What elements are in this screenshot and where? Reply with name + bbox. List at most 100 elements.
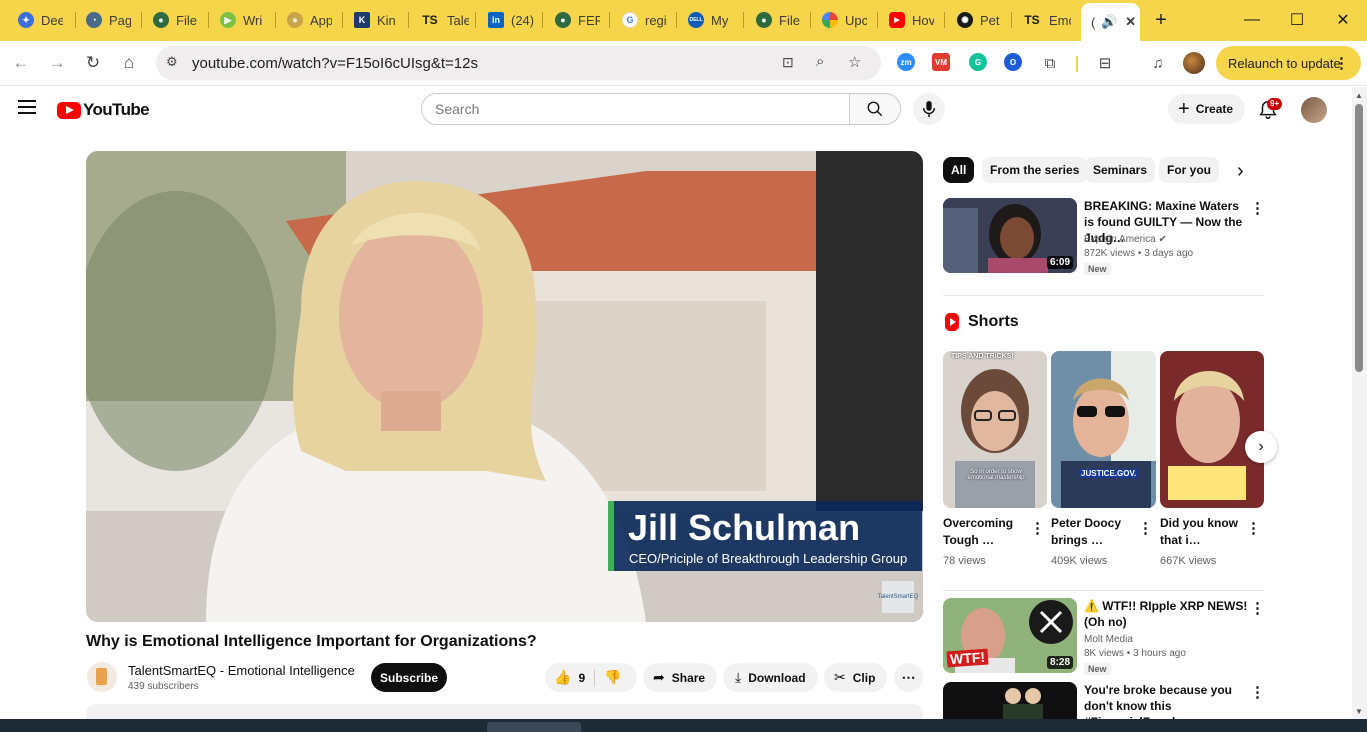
speaker-icon[interactable]: 🔊	[1101, 14, 1117, 30]
browser-tab[interactable]: ✺ Pet	[957, 6, 1002, 34]
reload-icon[interactable]: ↻	[81, 51, 105, 75]
address-bar[interactable]: ⚙ youtube.com/watch?v=F15oI6cUIsg&t=12s …	[156, 46, 881, 80]
short-thumbnail[interactable]: TIPS AND TRICKS! So in order to show emo…	[943, 351, 1047, 508]
channel-name[interactable]: Explain America ✔	[1084, 234, 1167, 245]
browser-tab-active[interactable]: ( 🔊 ✕	[1081, 3, 1140, 41]
relaunch-button[interactable]: Relaunch to update ⋮	[1216, 46, 1361, 80]
grammarly-ext-icon[interactable]: G	[969, 53, 987, 71]
site-info-icon[interactable]: ⚙	[166, 54, 178, 70]
close-window-button[interactable]: ✕	[1331, 8, 1355, 32]
browser-tab[interactable]: ● FER	[555, 6, 600, 34]
seal-icon: ●	[756, 12, 772, 28]
media-control-icon[interactable]: ♫	[1146, 51, 1170, 75]
browser-tab[interactable]: Upc	[822, 6, 867, 34]
browser-tab[interactable]: ● File	[153, 6, 198, 34]
taskbar-item[interactable]	[487, 722, 581, 732]
short-thumbnail[interactable]	[1160, 351, 1264, 508]
short-title[interactable]: Overcoming Tough …	[943, 515, 1029, 549]
browser-tab[interactable]: ◔ Pag	[86, 6, 131, 34]
video-title-link[interactable]: ⚠️ WTF!! RIpple XRP NEWS! (Oh no)	[1084, 598, 1248, 630]
tab-separator	[275, 12, 276, 28]
menu-kebab-icon[interactable]: ⋮	[1334, 54, 1349, 72]
youtube-logo-text: YouTube	[83, 100, 150, 119]
like-count[interactable]: 9	[578, 671, 585, 685]
youtube-logo[interactable]: YouTube	[57, 100, 150, 120]
voice-search-button[interactable]	[913, 93, 945, 125]
scroll-down-icon[interactable]: ▼	[1355, 707, 1363, 716]
side-panel-icon[interactable]: ⊟	[1093, 51, 1117, 75]
browser-tab[interactable]: TS Emc	[1022, 6, 1071, 34]
install-app-icon[interactable]: ⊡	[782, 54, 794, 71]
channel-avatar[interactable]	[87, 662, 117, 692]
minimize-button[interactable]: —	[1240, 8, 1264, 32]
zoom-icon[interactable]: ⌕	[816, 53, 824, 70]
close-tab-icon[interactable]: ✕	[1125, 14, 1136, 30]
scrollbar-thumb[interactable]	[1355, 104, 1363, 372]
maximize-button[interactable]: ☐	[1285, 8, 1309, 32]
lower-third-graphic: Jill Schulman CEO/Priciple of Breakthrou…	[608, 501, 922, 571]
download-button[interactable]: ⤓ Download	[723, 663, 818, 692]
chip-for-you[interactable]: For you	[1159, 157, 1219, 183]
more-vertical-icon[interactable]: ⋮	[1250, 199, 1265, 217]
short-thumbnail[interactable]: JUSTICE.GOV.	[1051, 351, 1156, 508]
browser-tab[interactable]: ▶ Wri	[220, 6, 265, 34]
more-vertical-icon[interactable]: ⋮	[1250, 599, 1265, 617]
more-actions-button[interactable]: ⋯	[894, 663, 923, 692]
zoom-ext-icon[interactable]: zm	[897, 53, 915, 71]
chevron-right-icon[interactable]: ›	[1245, 431, 1277, 463]
page-scrollbar[interactable]: ▲ ▼	[1352, 87, 1367, 719]
extensions-puzzle-icon[interactable]: ⧉	[1038, 51, 1062, 75]
forward-arrow-icon[interactable]: →	[45, 51, 69, 75]
share-button[interactable]: ➦ Share	[643, 663, 717, 692]
home-icon[interactable]: ⌂	[117, 51, 141, 75]
video-player[interactable]: Jill Schulman CEO/Priciple of Breakthrou…	[86, 151, 923, 622]
video-thumbnail[interactable]: 6:09	[943, 198, 1077, 273]
account-avatar[interactable]	[1301, 97, 1327, 123]
channel-watermark[interactable]: TalentSmartEQ	[878, 581, 918, 613]
channel-name[interactable]: TalentSmartEQ - Emotional Intelligence	[128, 663, 355, 678]
browser-tab[interactable]: G regi	[622, 6, 667, 34]
more-vertical-icon[interactable]: ⋮	[1246, 519, 1261, 537]
video-thumbnail[interactable]	[943, 682, 1077, 719]
short-title[interactable]: Peter Doocy brings …	[1051, 515, 1137, 549]
vimeo-ext-icon[interactable]: VM	[932, 53, 950, 71]
browser-tab[interactable]: in (24)	[488, 6, 537, 34]
new-tab-button[interactable]: +	[1149, 8, 1173, 32]
chip-all[interactable]: All	[943, 157, 975, 183]
browser-tab[interactable]: TS Tale	[420, 6, 469, 34]
thumbs-down-icon[interactable]: 👎	[604, 669, 621, 686]
more-vertical-icon[interactable]: ⋮	[1250, 683, 1265, 701]
chip-from-the-series[interactable]: From the series	[982, 157, 1088, 183]
menu-hamburger-icon[interactable]	[18, 100, 36, 114]
scroll-up-icon[interactable]: ▲	[1355, 91, 1363, 100]
browser-tab[interactable]: ● File	[756, 6, 801, 34]
profile-avatar[interactable]	[1183, 52, 1205, 74]
video-thumbnail[interactable]: WTF! 8:28	[943, 598, 1077, 673]
compass-icon: ✦	[18, 12, 34, 28]
chevron-right-icon[interactable]: ›	[1237, 160, 1244, 183]
short-views: 409K views	[1051, 555, 1108, 567]
chip-seminars[interactable]: Seminars	[1085, 157, 1156, 183]
more-vertical-icon[interactable]: ⋮	[1030, 519, 1045, 537]
tab-separator	[75, 12, 76, 28]
browser-tab[interactable]: DELL My	[688, 6, 733, 34]
loom-ext-icon[interactable]: O	[1004, 53, 1022, 71]
browser-tab[interactable]: ▶ Hov	[889, 6, 934, 34]
relaunch-label: Relaunch to update	[1228, 55, 1341, 71]
browser-tab[interactable]: ✦ Dee	[18, 6, 63, 34]
back-arrow-icon[interactable]: ←	[9, 51, 33, 75]
dell-icon: DELL	[688, 12, 704, 28]
thumbs-up-icon[interactable]: 👍	[554, 669, 571, 686]
clip-button[interactable]: ✂ Clip	[824, 663, 887, 692]
subscribe-button[interactable]: Subscribe	[371, 663, 447, 692]
bookmark-star-icon[interactable]: ☆	[848, 53, 861, 71]
search-button[interactable]	[849, 93, 901, 125]
ts-icon: TS	[422, 13, 438, 27]
search-input[interactable]: Search	[421, 93, 850, 125]
short-title[interactable]: Did you know that i…	[1160, 515, 1246, 549]
create-button[interactable]: + Create	[1168, 94, 1245, 124]
channel-name[interactable]: Molt Media	[1084, 634, 1133, 645]
browser-tab[interactable]: ● App	[287, 6, 332, 34]
browser-tab[interactable]: K Kin	[354, 6, 399, 34]
more-vertical-icon[interactable]: ⋮	[1138, 519, 1153, 537]
